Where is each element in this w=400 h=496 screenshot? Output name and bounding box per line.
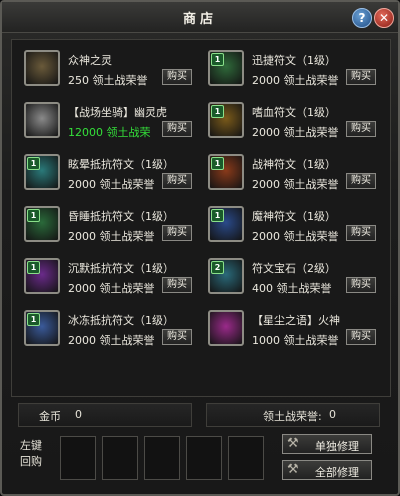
shop-item[interactable]: 1 沉默抵抗符文（1级） 2000 领土战荣誉 购买 [18, 254, 198, 300]
buyback-area: 左键 回购 [20, 432, 272, 482]
item-price: 400 领土战荣誉 [252, 282, 332, 295]
item-price: 2000 领土战荣誉 [68, 178, 155, 191]
item-price: 2000 领土战荣誉 [252, 126, 339, 139]
buyback-slot[interactable] [144, 436, 180, 480]
buyback-label: 左键 回购 [20, 438, 42, 470]
shop-item[interactable]: 1 眩晕抵抗符文（1级） 2000 领土战荣誉 购买 [18, 150, 198, 196]
buyback-slot[interactable] [60, 436, 96, 480]
item-name: 昏睡抵抗符文（1级） [68, 210, 174, 223]
buyback-slot[interactable] [102, 436, 138, 480]
item-name: 迅捷符文（1级） [252, 54, 336, 67]
shop-item[interactable]: 1 战神符文（1级） 2000 领土战荣誉 购买 [202, 150, 382, 196]
anvil-icon: ⚒ [287, 462, 299, 477]
item-price: 2000 领土战荣誉 [68, 230, 155, 243]
buy-button[interactable]: 购买 [346, 277, 376, 293]
buyback-slot[interactable] [228, 436, 264, 480]
hammer-icon: ⚒ [287, 436, 299, 451]
repair-single-button[interactable]: ⚒ 单独修理 [282, 434, 372, 454]
buyback-label-line1: 左键 [20, 439, 42, 452]
buy-button[interactable]: 购买 [162, 121, 192, 137]
item-level-badge: 1 [27, 157, 40, 170]
tiger-icon[interactable] [24, 102, 60, 138]
rune-icon[interactable]: 1 [24, 154, 60, 190]
item-price: 12000 领土战荣 [68, 126, 151, 139]
item-name: 冰冻抵抗符文（1级） [68, 314, 174, 327]
rune-icon[interactable]: 1 [208, 50, 244, 86]
buy-button[interactable]: 购买 [162, 329, 192, 345]
item-price: 250 领土战荣誉 [68, 74, 148, 87]
item-level-badge: 1 [27, 261, 40, 274]
buyback-slot[interactable] [186, 436, 222, 480]
item-level-badge: 1 [211, 105, 224, 118]
gold-value: 0 [75, 408, 82, 421]
buy-button[interactable]: 购买 [162, 277, 192, 293]
rune-icon[interactable]: 1 [24, 206, 60, 242]
item-level-badge: 2 [211, 261, 224, 274]
item-price: 2000 领土战荣誉 [68, 334, 155, 347]
repair-all-label: 全部修理 [315, 466, 359, 479]
shop-item[interactable]: 【星尘之语】火神 1000 领土战荣誉 购买 [202, 306, 382, 352]
item-name: 符文宝石（2级） [252, 262, 336, 275]
item-name: 魔神符文（1级） [252, 210, 336, 223]
rune-icon[interactable]: 1 [208, 102, 244, 138]
buy-button[interactable]: 购买 [346, 173, 376, 189]
rune-icon[interactable]: 1 [24, 258, 60, 294]
item-price: 2000 领土战荣誉 [252, 74, 339, 87]
item-name: 【战场坐骑】幽灵虎 [68, 106, 167, 119]
item-name: 嗜血符文（1级） [252, 106, 336, 119]
item-level-badge: 1 [211, 53, 224, 66]
item-name: 众神之灵 [68, 54, 112, 67]
close-button[interactable]: ✕ [374, 8, 394, 28]
title-bar[interactable]: 商店 ? ✕ [2, 2, 398, 33]
buyback-label-line2: 回购 [20, 455, 42, 468]
shop-item[interactable]: 2 符文宝石（2级） 400 领土战荣誉 购买 [202, 254, 382, 300]
buy-button[interactable]: 购买 [162, 69, 192, 85]
shop-item[interactable]: 众神之灵 250 领土战荣誉 购买 [18, 46, 198, 92]
repair-all-button[interactable]: ⚒ 全部修理 [282, 460, 372, 480]
window-title: 商店 [182, 12, 217, 27]
help-button[interactable]: ? [352, 8, 372, 28]
item-name: 【星尘之语】火神 [252, 314, 340, 327]
item-level-badge: 1 [211, 157, 224, 170]
honor-value: 0 [329, 408, 336, 421]
item-level-badge: 1 [211, 209, 224, 222]
crystal-icon[interactable] [208, 310, 244, 346]
honor-label: 领土战荣誉: [263, 410, 322, 423]
buy-button[interactable]: 购买 [346, 329, 376, 345]
repair-single-label: 单独修理 [315, 440, 359, 453]
buy-button[interactable]: 购买 [346, 69, 376, 85]
shop-item[interactable]: 1 昏睡抵抗符文（1级） 2000 领土战荣誉 购买 [18, 202, 198, 248]
shop-item[interactable]: 【战场坐骑】幽灵虎 12000 领土战荣 购买 [18, 98, 198, 144]
gem-icon[interactable]: 2 [208, 258, 244, 294]
buy-button[interactable]: 购买 [346, 225, 376, 241]
item-name: 战神符文（1级） [252, 158, 336, 171]
item-price: 2000 领土战荣誉 [68, 282, 155, 295]
item-level-badge: 1 [27, 313, 40, 326]
buy-button[interactable]: 购买 [346, 121, 376, 137]
buy-button[interactable]: 购买 [162, 173, 192, 189]
shop-window: 商店 ? ✕ 众神之灵 250 领土战荣誉 购买 1 迅捷符文（1级） 2000 领土战荣… [0, 0, 400, 496]
item-price: 2000 领土战荣誉 [252, 178, 339, 191]
item-level-badge: 1 [27, 209, 40, 222]
orb-icon[interactable] [24, 50, 60, 86]
shop-item[interactable]: 1 魔神符文（1级） 2000 领土战荣誉 购买 [202, 202, 382, 248]
honor-bar: 领土战荣誉: 0 [206, 403, 380, 427]
item-grid: 众神之灵 250 领土战荣誉 购买 1 迅捷符文（1级） 2000 领土战荣誉 购买 【战场坐… [11, 39, 391, 427]
shop-item[interactable]: 1 冰冻抵抗符文（1级） 2000 领土战荣誉 购买 [18, 306, 198, 352]
rune-icon[interactable]: 1 [208, 206, 244, 242]
shop-item[interactable]: 1 嗜血符文（1级） 2000 领土战荣誉 购买 [202, 98, 382, 144]
item-name: 眩晕抵抗符文（1级） [68, 158, 174, 171]
item-name: 沉默抵抗符文（1级） [68, 262, 174, 275]
gold-label: 金币 [39, 410, 61, 423]
rune-icon[interactable]: 1 [208, 154, 244, 190]
item-price: 1000 领土战荣誉 [252, 334, 339, 347]
shop-item[interactable]: 1 迅捷符文（1级） 2000 领土战荣誉 购买 [202, 46, 382, 92]
buy-button[interactable]: 购买 [162, 225, 192, 241]
gold-bar: 金币 0 [18, 403, 192, 427]
rune-icon[interactable]: 1 [24, 310, 60, 346]
item-price: 2000 领土战荣誉 [252, 230, 339, 243]
